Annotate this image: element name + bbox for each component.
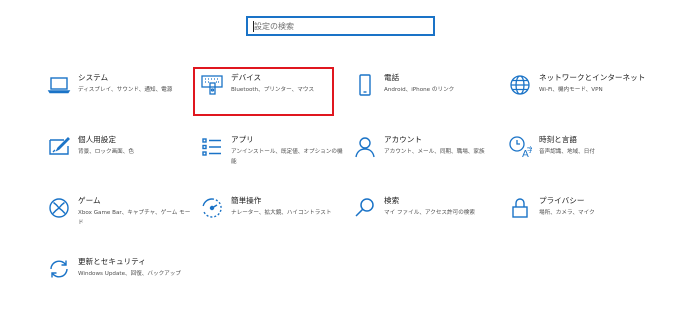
tile-network[interactable]: ネットワークとインターネット Wi-Fi、機内モード、VPN <box>508 73 648 119</box>
magnifier-icon <box>353 196 377 220</box>
tile-ease-of-access[interactable]: 簡単操作 ナレーター、拡大鏡、ハイコントラスト <box>200 196 340 242</box>
tile-description: Windows Update、回復、バックアップ <box>78 271 181 277</box>
tile-search[interactable]: 検索 マイ ファイル、アクセス許可の検索 <box>353 196 493 242</box>
laptop-icon <box>47 73 71 97</box>
tile-privacy[interactable]: プライバシー 場所、カメラ、マイク <box>508 196 648 242</box>
tile-system[interactable]: システム ディスプレイ、サウンド、通知、電源 <box>47 73 187 119</box>
apps-list-icon <box>200 135 224 159</box>
tile-description: Android、iPhone のリンク <box>384 87 455 93</box>
tile-gaming[interactable]: ゲーム Xbox Game Bar、キャプチャ、ゲーム モード <box>47 196 190 242</box>
tile-title: デバイス <box>231 73 262 82</box>
tile-description: アカウント、メール、同期、職場、家族 <box>384 149 485 155</box>
tile-title: プライバシー <box>539 196 585 205</box>
tile-description: ナレーター、拡大鏡、ハイコントラスト <box>231 210 332 216</box>
globe-icon <box>508 73 532 97</box>
tile-description: Wi-Fi、機内モード、VPN <box>539 87 603 93</box>
tile-title: アプリ <box>231 135 254 144</box>
clock-language-icon: A 字 <box>508 135 532 159</box>
tile-title: 検索 <box>384 196 400 205</box>
tile-time-language[interactable]: A 字 時刻と言語 音声認識、地域、日付 <box>508 135 648 181</box>
search-box[interactable] <box>246 16 435 36</box>
tile-title: システム <box>78 73 109 82</box>
tile-title: 時刻と言語 <box>539 135 577 144</box>
pen-display-icon <box>47 135 71 159</box>
keyboard-printer-icon <box>200 73 224 97</box>
tile-description: Bluetooth、プリンター、マウス <box>231 87 315 93</box>
tile-title: ゲーム <box>78 196 101 205</box>
tile-description: Xbox Game Bar、キャプチャ、ゲーム モード <box>78 210 191 226</box>
settings-home: システム ディスプレイ、サウンド、通知、電源 デバイス Bluetooth、プリ… <box>0 0 680 326</box>
tile-personalization[interactable]: 個人用設定 背景、ロック画面、色 <box>47 135 187 181</box>
tile-phone[interactable]: 電話 Android、iPhone のリンク <box>353 73 493 119</box>
tile-apps[interactable]: アプリ アンインストール、既定値、オプションの機能 <box>200 135 343 181</box>
tile-devices[interactable]: デバイス Bluetooth、プリンター、マウス <box>200 73 340 119</box>
xbox-icon <box>47 196 71 220</box>
ease-of-access-icon <box>200 196 224 220</box>
tile-description: ディスプレイ、サウンド、通知、電源 <box>78 87 173 93</box>
tile-title: 更新とセキュリティ <box>78 257 146 266</box>
tile-description: 背景、ロック画面、色 <box>78 149 134 155</box>
tile-description: アンインストール、既定値、オプションの機能 <box>231 149 343 165</box>
phone-icon <box>353 73 377 97</box>
svg-text:字: 字 <box>527 145 532 154</box>
tile-title: 簡単操作 <box>231 196 262 205</box>
tile-title: アカウント <box>384 135 422 144</box>
tile-update-security[interactable]: 更新とセキュリティ Windows Update、回復、バックアップ <box>47 257 187 303</box>
tile-description: 場所、カメラ、マイク <box>539 210 595 216</box>
tile-title: 個人用設定 <box>78 135 116 144</box>
tile-title: ネットワークとインターネット <box>539 73 646 82</box>
lock-icon <box>508 196 532 220</box>
sync-icon <box>47 257 71 281</box>
tile-accounts[interactable]: アカウント アカウント、メール、同期、職場、家族 <box>353 135 493 181</box>
text-caret <box>253 21 254 32</box>
tile-description: 音声認識、地域、日付 <box>539 149 595 155</box>
tile-description: マイ ファイル、アクセス許可の検索 <box>384 210 475 216</box>
person-icon <box>353 135 377 159</box>
search-input[interactable] <box>254 19 414 33</box>
tile-title: 電話 <box>384 73 400 82</box>
